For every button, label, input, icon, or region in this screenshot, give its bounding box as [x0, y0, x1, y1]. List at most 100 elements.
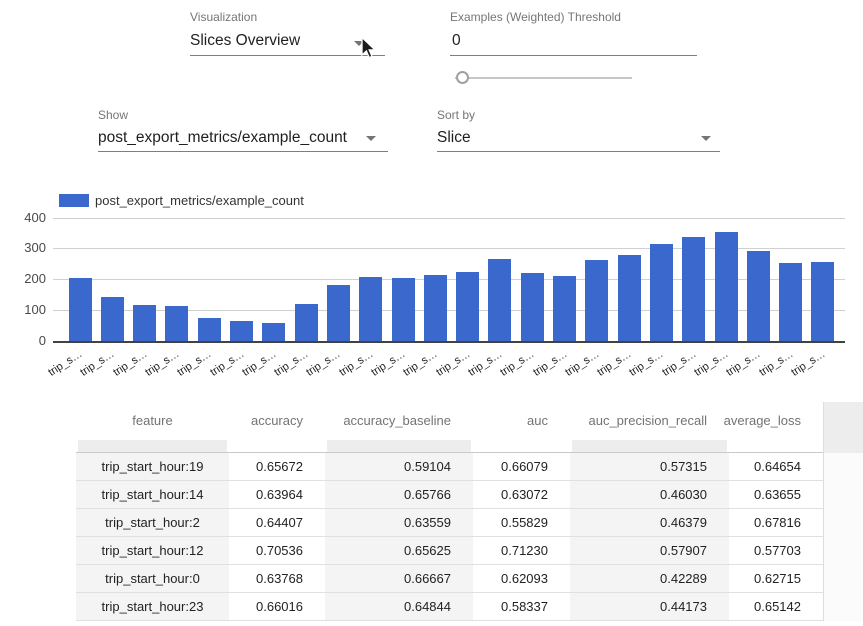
- table-row[interactable]: trip_start_hour:230.660160.648440.583370…: [76, 593, 863, 621]
- bar[interactable]: [715, 232, 738, 341]
- metric-cell: 0.71230: [473, 537, 570, 564]
- sort-by-select[interactable]: Slice: [437, 129, 471, 147]
- chevron-down-icon[interactable]: [366, 136, 376, 141]
- metric-cell: 0.67816: [729, 509, 823, 536]
- metric-cell: 0.42289: [570, 565, 729, 592]
- table-row[interactable]: trip_start_hour:190.656720.591040.660790…: [76, 453, 863, 481]
- bar[interactable]: [424, 275, 447, 341]
- bar[interactable]: [359, 277, 382, 341]
- bar[interactable]: [650, 244, 673, 341]
- feature-cell: trip_start_hour:12: [76, 537, 229, 564]
- visualization-label: Visualization: [190, 10, 257, 24]
- metric-cell: 0.57907: [570, 537, 729, 564]
- slices-overview-page: Visualization Slices Overview Examples (…: [0, 0, 863, 626]
- show-label: Show: [98, 108, 128, 122]
- table-filter-row: [76, 439, 863, 453]
- threshold-input[interactable]: 0: [452, 32, 461, 50]
- metric-cell: 0.58337: [473, 593, 570, 620]
- metric-cell: 0.65142: [729, 593, 823, 620]
- metric-cell: 0.64407: [229, 509, 325, 536]
- chart-legend: post_export_metrics/example_count: [59, 193, 304, 208]
- bar[interactable]: [488, 259, 511, 341]
- metric-cell: 0.63655: [729, 481, 823, 508]
- bar[interactable]: [521, 273, 544, 341]
- metric-cell: 0.46379: [570, 509, 729, 536]
- y-axis-tick: 100: [14, 302, 46, 317]
- gridline: [53, 341, 845, 343]
- column-header-average_loss[interactable]: average_loss: [729, 402, 823, 439]
- visualization-select[interactable]: Slices Overview: [190, 32, 300, 50]
- metric-cell: 0.64844: [325, 593, 473, 620]
- legend-label: post_export_metrics/example_count: [95, 193, 304, 208]
- threshold-underline: [450, 55, 697, 56]
- metric-cell: 0.44173: [570, 593, 729, 620]
- metric-cell: 0.63072: [473, 481, 570, 508]
- filter-cell: [729, 439, 823, 452]
- bar[interactable]: [198, 318, 221, 342]
- metrics-table: featureaccuracyaccuracy_baselineaucauc_p…: [76, 402, 863, 621]
- metric-cell: 0.55829: [473, 509, 570, 536]
- legend-swatch: [59, 194, 89, 207]
- bar[interactable]: [747, 251, 770, 341]
- table-row[interactable]: trip_start_hour:140.639640.657660.630720…: [76, 481, 863, 509]
- metric-cell: 0.65625: [325, 537, 473, 564]
- bar[interactable]: [69, 278, 92, 341]
- metric-cell: 0.66667: [325, 565, 473, 592]
- feature-cell: trip_start_hour:0: [76, 565, 229, 592]
- column-header-auc_precision_recall[interactable]: auc_precision_recall: [570, 402, 729, 439]
- bar[interactable]: [230, 321, 253, 341]
- threshold-slider-handle[interactable]: [456, 71, 469, 84]
- bar[interactable]: [779, 263, 802, 341]
- table-row[interactable]: trip_start_hour:120.705360.656250.712300…: [76, 537, 863, 565]
- metric-cell: 0.66079: [473, 453, 570, 480]
- filter-cell: [473, 439, 570, 452]
- bar[interactable]: [101, 297, 124, 342]
- bar[interactable]: [618, 255, 641, 341]
- y-axis-tick: 200: [14, 271, 46, 286]
- table-row[interactable]: trip_start_hour:20.644070.635590.558290.…: [76, 509, 863, 537]
- chevron-down-icon[interactable]: [701, 136, 711, 141]
- metric-cell: 0.46030: [570, 481, 729, 508]
- metric-cell: 0.64654: [729, 453, 823, 480]
- table-row[interactable]: trip_start_hour:00.637680.666670.620930.…: [76, 565, 863, 593]
- filter-cell: [229, 439, 325, 452]
- feature-cell: trip_start_hour:14: [76, 481, 229, 508]
- bar[interactable]: [133, 305, 156, 341]
- table-header-row: featureaccuracyaccuracy_baselineaucauc_p…: [76, 402, 863, 439]
- metric-cell: 0.63559: [325, 509, 473, 536]
- bar[interactable]: [682, 237, 705, 341]
- bar[interactable]: [456, 272, 479, 341]
- bar[interactable]: [392, 278, 415, 341]
- metric-cell: 0.70536: [229, 537, 325, 564]
- column-header-accuracy[interactable]: accuracy: [229, 402, 325, 439]
- threshold-slider-track[interactable]: [455, 77, 632, 79]
- table-cut-column: [823, 402, 863, 621]
- filter-cell: [570, 439, 729, 452]
- bar[interactable]: [553, 276, 576, 341]
- metric-cell: 0.57703: [729, 537, 823, 564]
- metric-cell: 0.65672: [229, 453, 325, 480]
- metric-cell: 0.62093: [473, 565, 570, 592]
- y-axis-tick: 0: [14, 333, 46, 348]
- metric-cell: 0.62715: [729, 565, 823, 592]
- column-header-accuracy_baseline[interactable]: accuracy_baseline: [325, 402, 473, 439]
- visualization-underline: [190, 55, 385, 56]
- mouse-cursor-icon: [360, 36, 378, 61]
- column-header-auc[interactable]: auc: [473, 402, 570, 439]
- bar[interactable]: [262, 323, 285, 341]
- bar[interactable]: [327, 285, 350, 341]
- bar[interactable]: [295, 304, 318, 341]
- bar[interactable]: [165, 306, 188, 341]
- filter-cell: [325, 439, 473, 452]
- show-select[interactable]: post_export_metrics/example_count: [98, 129, 347, 147]
- metric-cell: 0.57315: [570, 453, 729, 480]
- y-axis-tick: 400: [14, 210, 46, 225]
- bar[interactable]: [811, 262, 834, 341]
- sort-by-underline: [437, 151, 720, 152]
- feature-cell: trip_start_hour:2: [76, 509, 229, 536]
- threshold-label: Examples (Weighted) Threshold: [450, 10, 621, 24]
- bar[interactable]: [585, 260, 608, 341]
- table-body: trip_start_hour:190.656720.591040.660790…: [76, 453, 863, 621]
- y-axis-tick: 300: [14, 240, 46, 255]
- column-header-feature[interactable]: feature: [76, 402, 229, 439]
